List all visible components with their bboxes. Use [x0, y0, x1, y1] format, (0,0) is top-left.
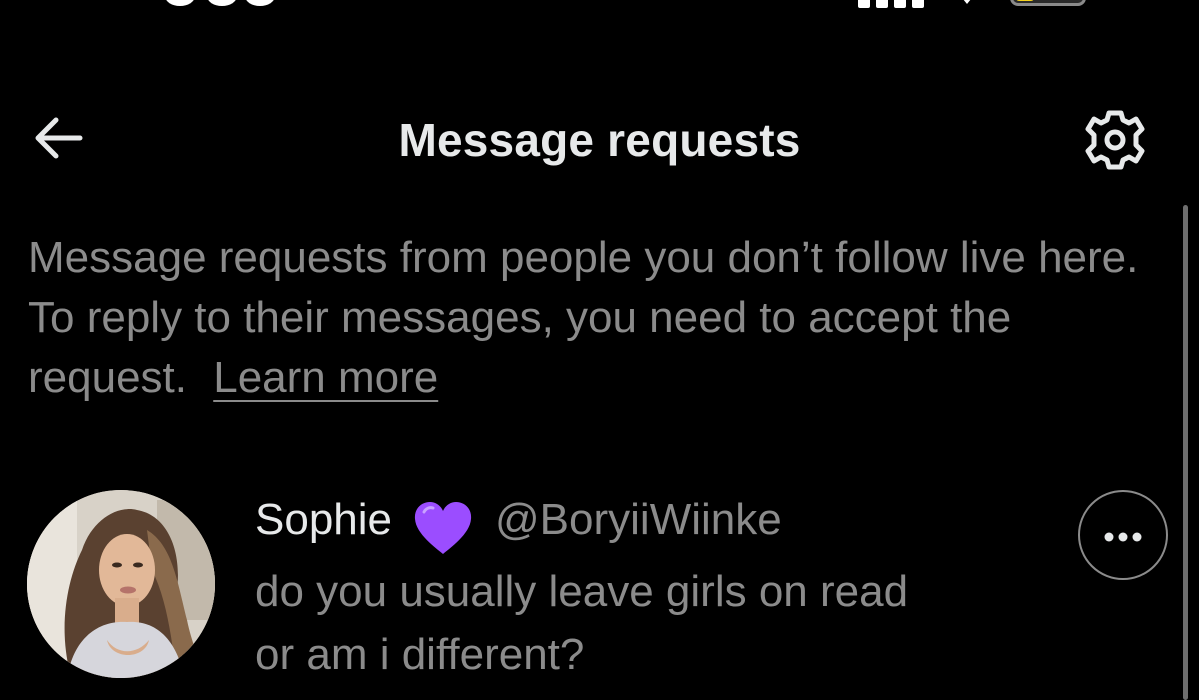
info-description: Message requests from people you don’t f… — [28, 233, 1139, 402]
more-horizontal-icon — [1104, 532, 1142, 542]
avatar[interactable] — [27, 490, 215, 678]
learn-more-link[interactable]: Learn more — [213, 353, 438, 402]
more-options-button[interactable] — [1078, 490, 1168, 580]
purple-heart-icon — [414, 502, 472, 554]
sender-handle: @BoryiiWiinke — [495, 495, 782, 544]
status-time — [165, 0, 275, 8]
signal-icon — [858, 0, 928, 8]
status-bar — [0, 0, 1199, 20]
page-title: Message requests — [398, 114, 801, 166]
message-request-item[interactable]: Sophie @BoryiiWiinke do you usually leav… — [0, 480, 1199, 700]
wifi-icon — [963, 0, 971, 4]
gear-icon — [1085, 110, 1145, 170]
battery-icon — [1010, 0, 1086, 6]
header: Message requests — [0, 95, 1199, 185]
info-text: Message requests from people you don’t f… — [28, 228, 1158, 408]
message-preview-line: or am i different? — [255, 630, 585, 679]
message-preview-line: do you usually leave girls on read — [255, 567, 909, 616]
message-preview: do you usually leave girls on read or am… — [255, 560, 1055, 686]
sender-name: Sophie — [255, 495, 393, 544]
settings-button[interactable] — [1082, 109, 1148, 171]
